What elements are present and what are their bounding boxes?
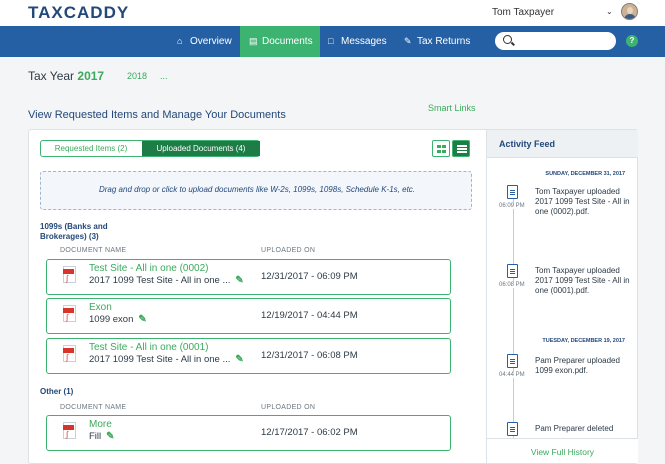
description-text: Fill bbox=[89, 431, 102, 442]
tab-requested-items[interactable]: Requested Items (2) bbox=[41, 141, 141, 156]
group-title: 1099s (Banks and Brokerages) (3) bbox=[40, 222, 108, 241]
uploaded-date: 12/31/2017 - 06:08 PM bbox=[261, 350, 358, 361]
top-bar: TAXCADDY Tom Taxpayer ⌄ bbox=[0, 0, 665, 26]
activity-feed: Activity Feed SUNDAY, DECEMBER 31, 2017 … bbox=[486, 130, 638, 463]
help-icon[interactable]: ? bbox=[626, 35, 638, 47]
feed-date: TUESDAY, DECEMBER 19, 2017 bbox=[542, 338, 625, 344]
chevron-down-icon[interactable]: ⌄ bbox=[606, 7, 613, 16]
uploaded-date: 12/19/2017 - 04:44 PM bbox=[261, 310, 358, 321]
document-name[interactable]: Test Site - All in one (0002) bbox=[89, 263, 209, 274]
document-name[interactable]: Test Site - All in one (0001) bbox=[89, 342, 209, 353]
document-tabs: Requested Items (2) Uploaded Documents (… bbox=[40, 140, 260, 157]
feed-entry: Tom Taxpayer uploaded 2017 1099 Test Sit… bbox=[535, 266, 630, 295]
document-description: Fill ✎ bbox=[89, 431, 115, 442]
feed-entry: Pam Preparer uploaded 1099 exon.pdf. bbox=[535, 356, 620, 375]
feed-date: SUNDAY, DECEMBER 31, 2017 bbox=[545, 171, 625, 177]
nav-item-documents[interactable]: ▤ Documents bbox=[240, 26, 320, 57]
tax-year-label: Tax Year bbox=[28, 69, 75, 83]
taxcaddy-logo[interactable]: TAXCADDY bbox=[28, 3, 129, 23]
document-description: 1099 exon ✎ bbox=[89, 314, 147, 325]
list-view-button[interactable] bbox=[452, 140, 470, 157]
pdf-icon: ∫ bbox=[63, 345, 76, 362]
document-row[interactable]: ∫ Exon 1099 exon ✎ 12/19/2017 - 04:44 PM bbox=[46, 298, 451, 334]
tax-year-2018[interactable]: 2018 bbox=[127, 71, 147, 81]
document-icon bbox=[507, 264, 518, 278]
group-title: Other (1) bbox=[40, 387, 74, 396]
pencil-icon[interactable]: ✎ bbox=[235, 354, 243, 365]
column-header-name: DOCUMENT NAME bbox=[60, 404, 127, 411]
main-nav: ⌂ Overview ▤ Documents □ Messages ✎ Tax Retu… bbox=[0, 26, 665, 57]
feed-time: 06:08 PM bbox=[499, 282, 525, 288]
user-name[interactable]: Tom Taxpayer bbox=[492, 7, 554, 18]
nav-item-tax-returns[interactable]: ✎ Tax Returns bbox=[404, 26, 474, 57]
pencil-icon[interactable]: ✎ bbox=[106, 431, 114, 442]
document-name[interactable]: More bbox=[89, 419, 112, 430]
description-text: 2017 1099 Test Site - All in one ... bbox=[89, 354, 231, 365]
dropzone-text: Drag and drop or click to upload documen… bbox=[98, 185, 416, 194]
nav-item-overview[interactable]: ⌂ Overview bbox=[170, 26, 238, 57]
document-name[interactable]: Exon bbox=[89, 302, 112, 313]
pencil-icon[interactable]: ✎ bbox=[138, 314, 146, 325]
tab-uploaded-documents[interactable]: Uploaded Documents (4) bbox=[142, 141, 260, 156]
upload-dropzone[interactable]: Drag and drop or click to upload documen… bbox=[40, 171, 472, 210]
document-row[interactable]: ∫ More Fill ✎ 12/17/2017 - 06:02 PM bbox=[46, 415, 451, 451]
column-header-uploaded: UPLOADED ON bbox=[261, 247, 316, 254]
nav-label: Tax Returns bbox=[417, 36, 471, 47]
grid-icon bbox=[437, 145, 446, 153]
tax-year-current[interactable]: 2017 bbox=[77, 69, 104, 83]
feed-time: 04:44 PM bbox=[499, 372, 525, 378]
home-icon: ⌂ bbox=[177, 36, 183, 46]
edit-icon: ✎ bbox=[404, 36, 412, 46]
document-row[interactable]: ∫ Test Site - All in one (0002) 2017 109… bbox=[46, 259, 451, 295]
pdf-icon: ∫ bbox=[63, 305, 76, 322]
document-icon bbox=[507, 185, 518, 199]
document-description: 2017 1099 Test Site - All in one ... ✎ bbox=[89, 354, 244, 365]
nav-label: Documents bbox=[262, 36, 313, 47]
document-row[interactable]: ∫ Test Site - All in one (0001) 2017 109… bbox=[46, 338, 451, 374]
document-icon bbox=[507, 354, 518, 368]
uploaded-date: 12/31/2017 - 06:09 PM bbox=[261, 271, 358, 282]
search-input[interactable] bbox=[495, 32, 616, 50]
list-icon bbox=[457, 145, 467, 153]
description-text: 1099 exon bbox=[89, 314, 134, 325]
timeline-line bbox=[513, 190, 514, 440]
avatar[interactable] bbox=[621, 3, 638, 20]
nav-label: Messages bbox=[341, 36, 387, 47]
tax-year-more[interactable]: ... bbox=[160, 71, 168, 81]
document-icon bbox=[507, 422, 518, 436]
activity-feed-title: Activity Feed bbox=[499, 139, 556, 149]
nav-label: Overview bbox=[190, 36, 232, 47]
uploaded-date: 12/17/2017 - 06:02 PM bbox=[261, 427, 358, 438]
pencil-icon[interactable]: ✎ bbox=[235, 275, 243, 286]
feed-entry: Tom Taxpayer uploaded 2017 1099 Test Sit… bbox=[535, 187, 630, 216]
column-header-name: DOCUMENT NAME bbox=[60, 247, 127, 254]
page-title: View Requested Items and Manage Your Doc… bbox=[28, 109, 286, 121]
view-full-history-link[interactable]: View Full History bbox=[487, 447, 638, 457]
description-text: 2017 1099 Test Site - All in one ... bbox=[89, 275, 231, 286]
smart-links-link[interactable]: Smart Links bbox=[428, 103, 476, 113]
nav-item-messages[interactable]: □ Messages bbox=[328, 26, 394, 57]
activity-feed-header: Activity Feed bbox=[487, 130, 638, 158]
feed-time: 06:09 PM bbox=[499, 203, 525, 209]
document-icon: ▤ bbox=[249, 36, 258, 46]
pdf-icon: ∫ bbox=[63, 422, 76, 439]
chat-icon: □ bbox=[328, 36, 334, 46]
feed-entry: Pam Preparer deleted bbox=[535, 424, 614, 433]
pdf-icon: ∫ bbox=[63, 266, 76, 283]
column-header-uploaded: UPLOADED ON bbox=[261, 404, 316, 411]
view-full-history: View Full History bbox=[487, 438, 638, 463]
search-icon bbox=[503, 35, 512, 44]
grid-view-button[interactable] bbox=[432, 140, 450, 157]
tax-year-selector: Tax Year 2017 bbox=[28, 69, 104, 83]
document-description: 2017 1099 Test Site - All in one ... ✎ bbox=[89, 275, 244, 286]
